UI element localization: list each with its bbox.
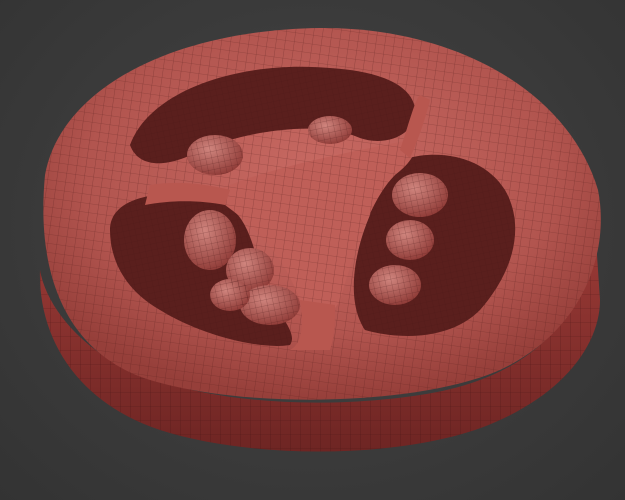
tomato-slice-render xyxy=(39,27,601,452)
render-viewport xyxy=(0,0,625,500)
